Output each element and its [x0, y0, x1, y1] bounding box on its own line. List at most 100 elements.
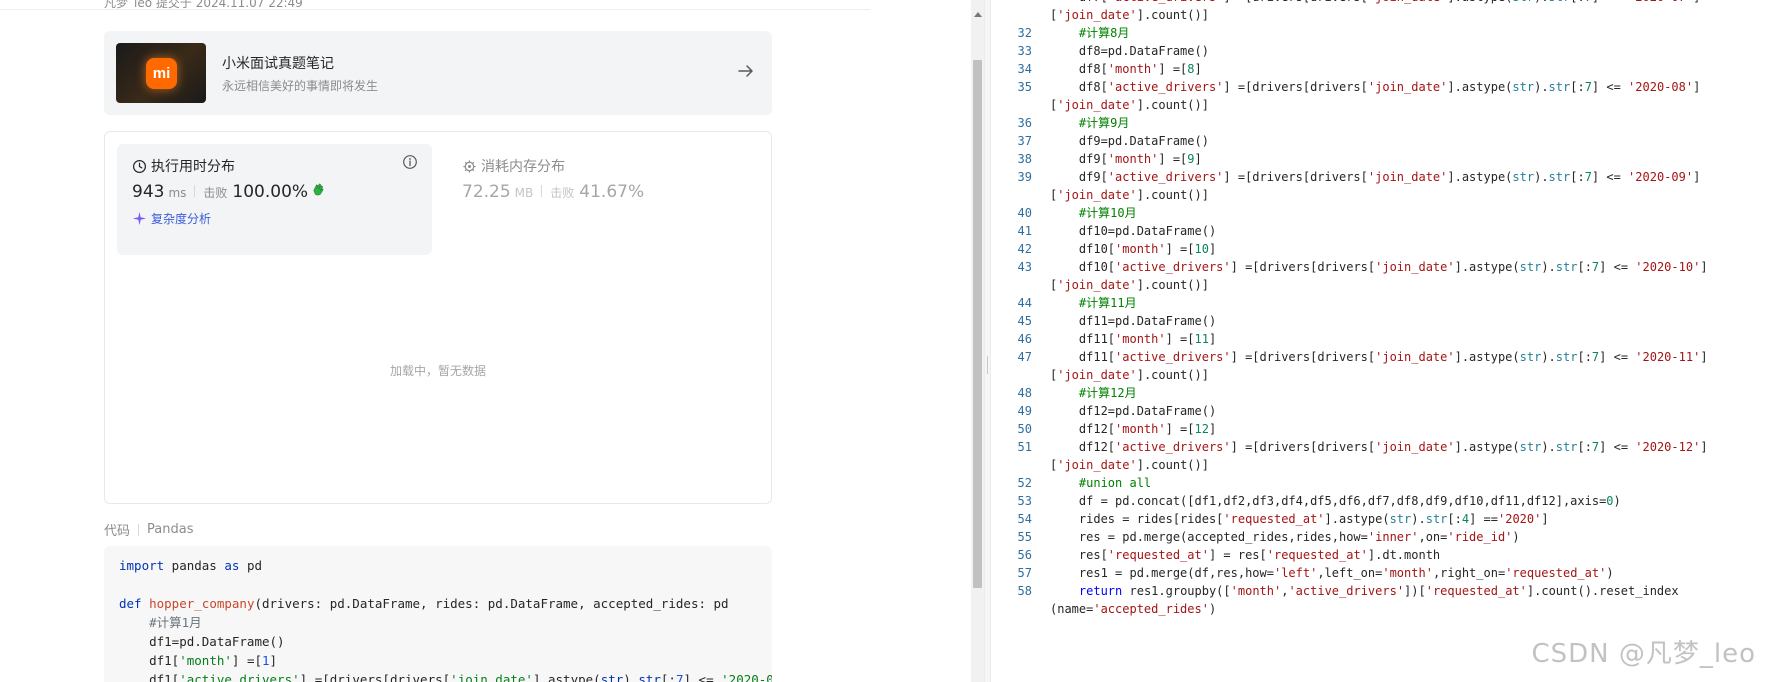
performance-card: 执行用时分布 943 ms 击败 100.00% 复杂度分析 消耗内存分布 72…: [104, 131, 772, 504]
code-line[interactable]: 51 df12['active_drivers'] =[drivers[driv…: [992, 438, 1766, 456]
code-line[interactable]: 33 df8=pd.DataFrame(): [992, 42, 1766, 60]
line-number: 47: [1017, 350, 1032, 364]
code-line[interactable]: 39 df9['active_drivers'] =[drivers[drive…: [992, 168, 1766, 186]
code-line[interactable]: 34 df8['month'] =[8]: [992, 60, 1766, 78]
line-text: (name='accepted_rides'): [1050, 602, 1217, 616]
scroll-up-arrow[interactable]: [974, 12, 982, 17]
line-number: 58: [1017, 584, 1032, 598]
code-line[interactable]: ['join_date'].count()]: [992, 366, 1766, 384]
code-line[interactable]: 38 df9['month'] =[9]: [992, 150, 1766, 168]
arrow-right-icon[interactable]: [736, 61, 756, 81]
info-icon[interactable]: [402, 154, 418, 170]
code-line[interactable]: 44 #计算11月: [992, 294, 1766, 312]
code-line[interactable]: ['join_date'].count()]: [992, 276, 1766, 294]
line-text: df = pd.concat([df1,df2,df3,df4,df5,df6,…: [1050, 494, 1621, 508]
line-number: 54: [1017, 512, 1032, 526]
code-line[interactable]: 50 df12['month'] =[12]: [992, 420, 1766, 438]
line-text: ['join_date'].count()]: [1050, 188, 1209, 202]
code-line[interactable]: 56 res['requested_at'] = res['requested_…: [992, 546, 1766, 564]
code-editor-pane[interactable]: df7['active_drivers'] =[drivers[drivers[…: [992, 0, 1766, 682]
line-text: return res1.groupby(['month','active_dri…: [1078, 584, 1679, 598]
code-line[interactable]: ['join_date'].count()]: [992, 6, 1766, 24]
code-line[interactable]: 49 df12=pd.DataFrame(): [992, 402, 1766, 420]
chip-icon: [463, 159, 476, 173]
line-number: 46: [1017, 332, 1032, 346]
memory-beat-label: 击败: [550, 186, 575, 200]
line-number: 35: [1017, 80, 1032, 94]
code-line[interactable]: 55 res = pd.merge(accepted_rides,rides,h…: [992, 528, 1766, 546]
line-text: res['requested_at'] = res['requested_at'…: [1050, 548, 1441, 562]
line-number: 51: [1017, 440, 1032, 454]
memory-values: 72.25 MB 击败 41.67%: [462, 182, 644, 202]
code-line[interactable]: 48 #计算12月: [992, 384, 1766, 402]
code-line[interactable]: 47 df11['active_drivers'] =[drivers[driv…: [992, 348, 1766, 366]
line-text: #计算10月: [1078, 206, 1137, 220]
runtime-beat-label: 击败: [203, 186, 228, 200]
clap-icon: [313, 183, 324, 196]
complexity-analysis-link[interactable]: 复杂度分析: [132, 210, 211, 227]
submission-meta: 凡梦_leo 提交于 2024.11.07 22:49: [0, 0, 870, 10]
code-line[interactable]: (name='accepted_rides'): [992, 600, 1766, 618]
line-text: df9['active_drivers'] =[drivers[drivers[…: [1050, 170, 1701, 184]
code-line[interactable]: ['join_date'].count()]: [992, 456, 1766, 474]
code-line[interactable]: 37 df9=pd.DataFrame(): [992, 132, 1766, 150]
code-line[interactable]: 41 df10=pd.DataFrame(): [992, 222, 1766, 240]
code-line[interactable]: 42 df10['month'] =[10]: [992, 240, 1766, 258]
code-line[interactable]: 45 df11=pd.DataFrame(): [992, 312, 1766, 330]
line-text: ['join_date'].count()]: [1050, 368, 1209, 382]
code-line[interactable]: 46 df11['month'] =[11]: [992, 330, 1766, 348]
code-line[interactable]: 54 rides = rides[rides['requested_at'].a…: [992, 510, 1766, 528]
code-line[interactable]: 53 df = pd.concat([df1,df2,df3,df4,df5,d…: [992, 492, 1766, 510]
line-text: df12=pd.DataFrame(): [1050, 404, 1217, 418]
divider: [194, 185, 196, 197]
memory-beat-pct: 41.67%: [579, 182, 645, 202]
line-text: res = pd.merge(accepted_rides,rides,how=…: [1050, 530, 1520, 544]
line-number: 42: [1017, 242, 1032, 256]
left-pane-scrollbar[interactable]: [971, 0, 984, 682]
line-text: #计算9月: [1078, 116, 1130, 130]
code-line[interactable]: ['join_date'].count()]: [992, 96, 1766, 114]
line-text: #计算8月: [1078, 26, 1130, 40]
editor-lines: df7['active_drivers'] =[drivers[drivers[…: [992, 0, 1766, 618]
line-number: 57: [1017, 566, 1032, 580]
code-line[interactable]: 36 #计算9月: [992, 114, 1766, 132]
code-line[interactable]: 35 df8['active_drivers'] =[drivers[drive…: [992, 78, 1766, 96]
line-number: 33: [1017, 44, 1032, 58]
mi-logo-mark: mi: [146, 58, 177, 89]
line-number: 41: [1017, 224, 1032, 238]
line-number: 56: [1017, 548, 1032, 562]
code-line[interactable]: 32 #计算8月: [992, 24, 1766, 42]
line-text: df9['month'] =[9]: [1050, 152, 1202, 166]
xiaomi-logo: mi: [116, 43, 206, 103]
loading-placeholder: 加载中，暂无数据: [389, 364, 486, 378]
line-number: 53: [1017, 494, 1032, 508]
line-text: ['join_date'].count()]: [1050, 8, 1209, 22]
code-line[interactable]: 40 #计算10月: [992, 204, 1766, 222]
line-text: df11['month'] =[11]: [1050, 332, 1217, 346]
code-language-label: 代码 Pandas: [104, 520, 193, 539]
line-text: ['join_date'].count()]: [1050, 98, 1209, 112]
line-text: df11=pd.DataFrame(): [1050, 314, 1217, 328]
line-number: 36: [1017, 116, 1032, 130]
scrollbar-thumb[interactable]: [973, 60, 982, 588]
language-name: Pandas: [147, 522, 194, 537]
line-number: 38: [1017, 152, 1032, 166]
promo-card[interactable]: mi 小米面试真题笔记 永远相信美好的事情即将发生: [104, 31, 772, 115]
splitter-grip[interactable]: [987, 356, 988, 374]
line-text: df11['active_drivers'] =[drivers[drivers…: [1050, 350, 1708, 364]
line-number: 44: [1017, 296, 1032, 310]
code-line[interactable]: ['join_date'].count()]: [992, 186, 1766, 204]
line-text: df12['month'] =[12]: [1050, 422, 1217, 436]
runtime-panel[interactable]: 执行用时分布 943 ms 击败 100.00% 复杂度分析: [117, 144, 432, 255]
pane-splitter[interactable]: [984, 0, 991, 682]
code-line[interactable]: 58 return res1.groupby(['month','active_…: [992, 582, 1766, 600]
submission-meta-text: 凡梦_leo 提交于 2024.11.07 22:49: [104, 0, 303, 10]
runtime-beat-pct: 100.00%: [232, 182, 309, 202]
code-line[interactable]: 43 df10['active_drivers'] =[drivers[driv…: [992, 258, 1766, 276]
line-text: #计算11月: [1078, 296, 1137, 310]
code-line[interactable]: 57 res1 = pd.merge(df,res,how='left',lef…: [992, 564, 1766, 582]
line-text: #计算12月: [1078, 386, 1137, 400]
code-preview[interactable]: import pandas as pd def hopper_company(d…: [104, 546, 772, 682]
memory-panel[interactable]: 消耗内存分布 72.25 MB 击败 41.67%: [447, 144, 747, 255]
code-line[interactable]: 52 #union all: [992, 474, 1766, 492]
